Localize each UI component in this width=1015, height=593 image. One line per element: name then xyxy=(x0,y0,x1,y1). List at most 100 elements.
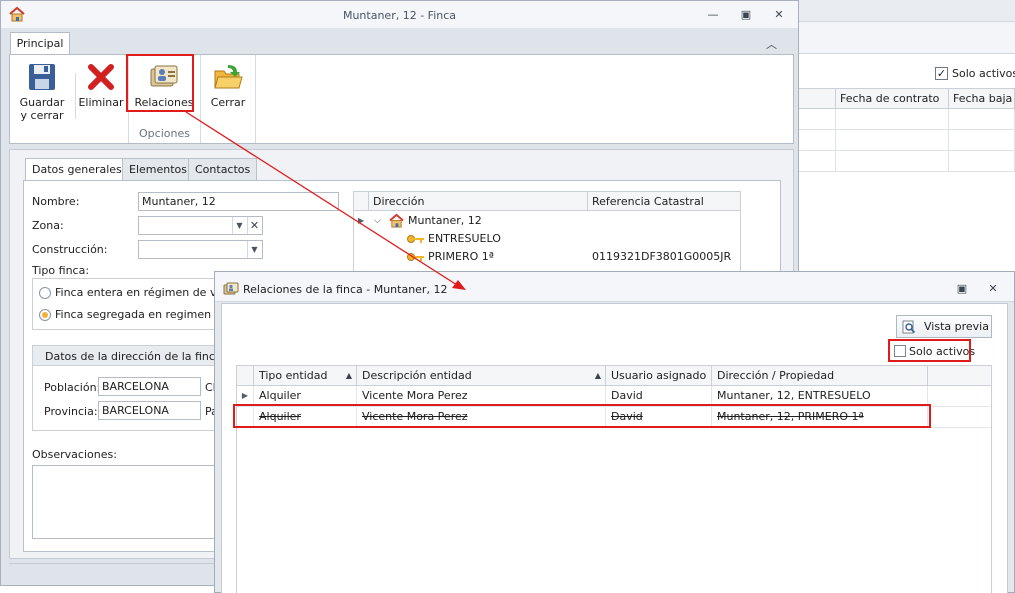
vista-previa-label: Vista previa xyxy=(924,320,989,333)
chevron-down-icon[interactable]: ⌵ xyxy=(374,212,381,230)
delete-x-icon xyxy=(88,64,114,90)
chevron-down-icon[interactable]: ▼ xyxy=(247,241,261,258)
bg-cell xyxy=(798,109,836,130)
column-header-usuario[interactable]: Usuario asignado xyxy=(606,366,712,386)
bg-column-header-empty[interactable] xyxy=(798,89,836,109)
close-icon[interactable]: ✕ xyxy=(986,282,1000,296)
key-icon xyxy=(407,235,424,243)
restore-icon[interactable]: ▣ xyxy=(739,8,753,22)
restore-icon[interactable]: ▣ xyxy=(955,282,969,296)
close-icon[interactable]: ✕ xyxy=(772,8,786,22)
chevron-down-icon[interactable]: ▼ xyxy=(232,217,246,234)
inactive-row-highlight-box xyxy=(233,404,931,428)
bg-cell xyxy=(949,130,1015,151)
bg-cell xyxy=(949,109,1015,130)
floppy-disk-icon xyxy=(29,64,55,90)
provincia-label: Provincia: xyxy=(44,405,98,418)
ribbon-separator xyxy=(200,55,201,143)
clear-icon[interactable]: ✕ xyxy=(247,217,261,234)
tree-indicator-header xyxy=(354,192,369,211)
column-header-label: Tipo entidad xyxy=(259,369,328,382)
cell-direccion: Muntaner, 12, ENTRESUELO xyxy=(712,386,928,406)
radio-finca-segregada[interactable] xyxy=(39,309,51,321)
poblacion-label: Población: xyxy=(44,381,101,394)
column-header-descripcion[interactable]: Descripción entidad ▲ xyxy=(357,366,606,386)
contact-cards-icon xyxy=(223,282,239,295)
solo-activos-highlight-box xyxy=(888,339,971,362)
tree-row-label: Muntaner, 12 xyxy=(408,214,482,227)
building-icon xyxy=(389,213,404,228)
ribbon-separator xyxy=(255,55,256,143)
cerrar-label: Cerrar xyxy=(210,96,246,109)
bg-cell xyxy=(949,151,1015,172)
tab-elementos[interactable]: Elementos xyxy=(122,158,195,180)
print-preview-icon xyxy=(902,320,916,334)
relaciones-grid: Tipo entidad ▲ Descripción entidad ▲ Usu… xyxy=(236,365,992,593)
relaciones-titlebar[interactable]: Relaciones de la finca - Muntaner, 12 ▣ … xyxy=(215,272,1014,302)
tree-column-direccion[interactable]: Dirección xyxy=(369,192,588,211)
provincia-input[interactable]: BARCELONA xyxy=(98,401,201,420)
folder-close-icon xyxy=(214,65,243,89)
bg-column-header-fecha-baja[interactable]: Fecha baja xyxy=(949,89,1015,109)
zona-select[interactable]: ▼ ✕ xyxy=(138,216,263,235)
relaciones-window-title: Relaciones de la finca - Muntaner, 12 xyxy=(243,283,448,296)
background-grid: Fecha de contrato Fecha baja xyxy=(798,88,1015,172)
ribbon-group-opciones: Opciones xyxy=(139,127,190,140)
direccion-group-title: Datos de la dirección de la finca xyxy=(45,350,222,363)
bg-cell xyxy=(836,130,949,151)
column-header-empty xyxy=(928,366,991,386)
tree-row-ref: 0119321DF3801G0005JR xyxy=(592,250,732,263)
cell-tipo: Alquiler xyxy=(254,386,357,406)
nombre-input[interactable]: Muntaner, 12 xyxy=(138,192,339,211)
ribbon-tab-principal[interactable]: Principal xyxy=(10,32,70,55)
bg-cell xyxy=(836,109,949,130)
bg-column-header-fecha-contrato[interactable]: Fecha de contrato xyxy=(836,89,949,109)
bg-solo-activos-label: Solo activos xyxy=(952,67,1015,80)
tree-row[interactable]: PRIMERO 1ª 0119321DF3801G0005JR xyxy=(354,248,740,266)
zona-label: Zona: xyxy=(32,219,64,232)
background-toolbar xyxy=(798,22,1015,54)
column-header-label: Descripción entidad xyxy=(362,369,472,382)
construccion-select[interactable]: ▼ xyxy=(138,240,263,259)
eliminar-button[interactable]: Eliminar xyxy=(76,58,126,128)
poblacion-input[interactable]: BARCELONA xyxy=(98,377,201,396)
grid-indicator-header xyxy=(237,366,254,386)
tree-row-label: PRIMERO 1ª xyxy=(428,250,494,263)
background-titlebar xyxy=(798,0,1015,22)
bg-solo-activos-checkbox[interactable]: ✓ xyxy=(935,67,948,80)
tab-datos-generales[interactable]: Datos generales xyxy=(25,158,129,181)
tree-row[interactable]: ▶ ⌵ Muntaner, 12 xyxy=(354,212,740,230)
tree-row-label: ENTRESUELO xyxy=(428,232,501,245)
observaciones-textarea[interactable] xyxy=(32,465,220,539)
key-icon xyxy=(407,253,424,261)
guardar-label-line2: y cerrar xyxy=(20,109,64,122)
ribbon-collapse-icon[interactable]: ︿ xyxy=(766,36,777,52)
bg-cell xyxy=(798,130,836,151)
radio-finca-segregada-label[interactable]: Finca segregada en regimen de h xyxy=(55,308,239,321)
row-indicator-icon: ▶ xyxy=(358,216,365,225)
direccion-tree: Dirección Referencia Catastral ▶ ⌵ Munta… xyxy=(353,191,741,273)
cerrar-button[interactable]: Cerrar xyxy=(204,58,252,128)
tab-contactos[interactable]: Contactos xyxy=(188,158,258,180)
tree-column-referencia[interactable]: Referencia Catastral xyxy=(588,192,740,211)
minimize-icon[interactable]: — xyxy=(706,8,720,22)
bg-cell xyxy=(836,151,949,172)
relaciones-highlight-box xyxy=(126,54,194,112)
row-indicator-icon: ▶ xyxy=(237,386,254,406)
tree-row[interactable]: ENTRESUELO xyxy=(354,230,740,248)
cell-descripcion: Vicente Mora Perez xyxy=(357,386,606,406)
column-header-tipo-entidad[interactable]: Tipo entidad ▲ xyxy=(254,366,357,386)
observaciones-label: Observaciones: xyxy=(32,448,117,461)
radio-finca-entera[interactable] xyxy=(39,287,51,299)
guardar-y-cerrar-button[interactable]: Guardar y cerrar xyxy=(14,58,70,128)
cell-usuario: David xyxy=(606,386,712,406)
finca-titlebar[interactable]: Muntaner, 12 - Finca — ▣ ✕ xyxy=(1,1,798,29)
sort-ascending-icon: ▲ xyxy=(594,371,601,380)
tipo-finca-label: Tipo finca: xyxy=(32,264,90,277)
sort-ascending-icon: ▲ xyxy=(345,371,352,380)
column-header-direccion[interactable]: Dirección / Propiedad xyxy=(712,366,928,386)
vista-previa-button[interactable]: Vista previa xyxy=(896,315,992,338)
guardar-label-line1: Guardar xyxy=(19,96,65,109)
bg-cell xyxy=(798,151,836,172)
finca-window-title: Muntaner, 12 - Finca xyxy=(342,9,457,22)
